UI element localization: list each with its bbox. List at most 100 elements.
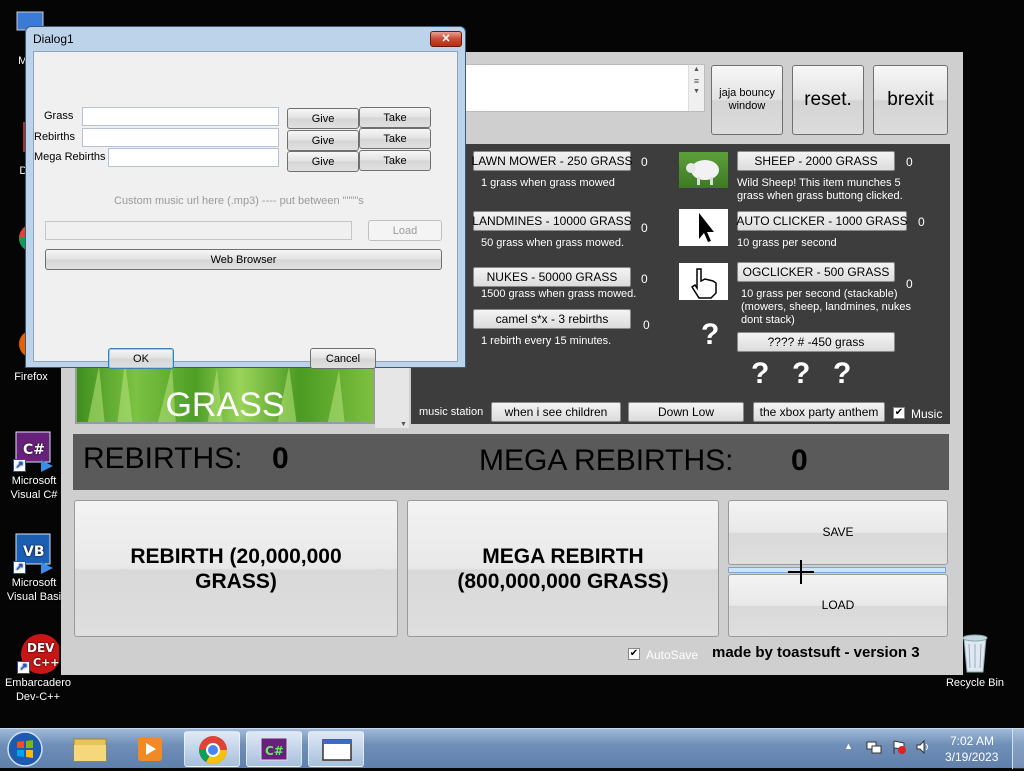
grass-take-button[interactable]: Take (359, 107, 431, 128)
music-station-label: music station (419, 406, 484, 418)
sheep-buy-button[interactable]: SHEEP - 2000 GRASS (737, 151, 895, 171)
taskbar-visual-csharp[interactable]: C# (246, 731, 302, 767)
desktop-icon-label: Firefox (14, 371, 48, 383)
log-textarea[interactable] (461, 64, 705, 112)
grass-field-label: Grass (44, 110, 74, 122)
media-player-icon (138, 737, 162, 761)
nukes-buy-button[interactable]: NUKES - 50000 GRASS (473, 267, 631, 287)
devcpp-icon: DEV C++ ↗ (17, 632, 61, 674)
reset-button[interactable]: reset. (792, 65, 864, 135)
clock-date[interactable]: 3/19/2023 (945, 750, 998, 764)
ogclicker-buy-button[interactable]: OGCLICKER - 500 GRASS (737, 262, 895, 282)
lawn-mower-buy-button[interactable]: LAWN MOWER - 250 GRASS (472, 151, 632, 171)
scroll-up-icon[interactable]: ▲ (689, 65, 704, 75)
rebirths-give-button[interactable]: Give (287, 130, 359, 151)
scroll-down-icon[interactable]: ▼ (689, 87, 704, 97)
crosshair-cursor-icon (788, 560, 814, 584)
sheep-desc: Wild Sheep! This item munches 5 grass wh… (737, 177, 903, 202)
save-load-divider (728, 567, 946, 573)
auto-clicker-count: 0 (918, 215, 925, 229)
show-desktop-button[interactable] (1012, 729, 1024, 769)
mega-rebirths-take-button[interactable]: Take (359, 150, 431, 171)
autosave-checkbox[interactable]: ✔ (628, 648, 640, 660)
taskbar-app-window[interactable] (308, 731, 364, 767)
vb-icon: VB ↗ (13, 532, 55, 574)
svg-text:DEV: DEV (27, 641, 55, 655)
scroll-grip-icon[interactable]: ≡ (689, 75, 704, 87)
close-icon: ✕ (441, 33, 451, 45)
grass-button[interactable]: GRASS (75, 364, 375, 424)
mystery-buy-button[interactable]: ???? # -450 grass (737, 332, 895, 352)
question-icon: ? (751, 357, 770, 390)
rebirths-take-button[interactable]: Take (359, 128, 431, 149)
lawn-mower-count: 0 (641, 155, 648, 169)
landmines-buy-button[interactable]: LANDMINES - 10000 GRASS (472, 211, 632, 231)
csharp-icon: C# ↗ (13, 430, 55, 472)
dialog-title: Dialog1 (33, 32, 74, 46)
explorer-icon (73, 738, 107, 762)
camel-buy-button[interactable]: camel s*x - 3 rebirths (473, 309, 631, 329)
show-hidden-icons-icon[interactable]: ▲ (844, 741, 853, 751)
rebirths-field[interactable] (82, 128, 279, 147)
auto-clicker-buy-button[interactable]: AUTO CLICKER - 1000 GRASS (736, 211, 908, 231)
rebirths-label: REBIRTHS: (83, 442, 243, 475)
shortcut-arrow-icon: ↗ (17, 661, 30, 674)
desktop-icon-label: Recycle Bin (945, 677, 1005, 689)
custom-music-url-field[interactable] (45, 221, 352, 240)
sheep-count: 0 (906, 155, 913, 169)
dialog-window: Dialog1 ✕ Grass Give Take Rebirths Give … (25, 26, 466, 369)
song-button-when-i-see-children[interactable]: when i see children (491, 402, 621, 422)
web-browser-button[interactable]: Web Browser (45, 249, 442, 270)
sheep-icon (679, 152, 728, 188)
scroll-down-icon[interactable]: ▼ (400, 421, 407, 428)
start-button[interactable] (5, 730, 45, 768)
mega-rebirths-field[interactable] (108, 148, 279, 167)
svg-text:C#: C# (23, 442, 45, 458)
rebirth-status-bar: REBIRTHS: 0 MEGA REBIRTHS: 0 (73, 434, 949, 490)
save-button[interactable]: SAVE (728, 500, 948, 565)
cancel-button[interactable]: Cancel (310, 348, 376, 369)
question-icon: ? (792, 357, 811, 390)
music-checkbox[interactable]: ✔ (893, 407, 905, 419)
ok-button[interactable]: OK (108, 348, 174, 369)
taskbar-explorer[interactable] (62, 731, 118, 767)
mega-rebirths-label: MEGA REBIRTHS: (479, 444, 734, 477)
landmines-desc: 50 grass when grass mowed. (481, 237, 625, 249)
brexit-button[interactable]: brexit (873, 65, 948, 135)
action-center-flag-icon[interactable] (891, 739, 907, 755)
svg-text:C++: C++ (33, 656, 59, 669)
rebirths-value: 0 (272, 442, 289, 475)
rebirth-button[interactable]: REBIRTH (20,000,000 GRASS) (74, 500, 398, 637)
music-load-button[interactable]: Load (368, 220, 442, 241)
log-scrollbar[interactable]: ▲ ≡ ▼ (688, 65, 704, 111)
windows-logo-icon (7, 731, 43, 767)
jaja-bouncy-window-button[interactable]: jaja bouncy window (711, 65, 783, 135)
clock-time[interactable]: 7:02 AM (950, 734, 994, 748)
song-button-down-low[interactable]: Down Low (628, 402, 744, 422)
dialog-close-button[interactable]: ✕ (430, 31, 462, 47)
network-icon[interactable] (866, 739, 882, 755)
grass-give-button[interactable]: Give (287, 108, 359, 129)
rebirths-field-label: Rebirths (34, 131, 75, 143)
taskbar-chrome[interactable] (184, 731, 240, 767)
taskbar: C# ▲ 7:02 AM 3/19/2023 (0, 728, 1024, 769)
hand-cursor-icon (679, 263, 728, 300)
shortcut-arrow-icon: ↗ (13, 561, 26, 574)
taskbar-media-player[interactable] (122, 731, 178, 767)
volume-icon[interactable] (915, 739, 931, 755)
lawn-mower-desc: 1 grass when grass mowed (481, 177, 615, 189)
mega-rebirths-value: 0 (791, 444, 808, 477)
grass-side-scrollbar[interactable]: ▼ (375, 364, 409, 428)
question-icon: ? (701, 318, 720, 351)
cursor-arrow-icon (679, 209, 728, 246)
mega-rebirths-give-button[interactable]: Give (287, 151, 359, 172)
custom-music-hint: Custom music url here (.mp3) ---- put be… (114, 195, 364, 207)
song-button-xbox-party-anthem[interactable]: the xbox party anthem (753, 402, 885, 422)
nukes-desc: 1500 grass when grass mowed. (481, 288, 637, 300)
grass-field[interactable] (82, 107, 279, 126)
camel-count: 0 (643, 318, 650, 332)
csharp-icon: C# (260, 737, 288, 761)
load-button[interactable]: LOAD (728, 574, 948, 637)
mega-rebirth-button[interactable]: MEGA REBIRTH (800,000,000 GRASS) (407, 500, 719, 637)
credit-label: made by toastsuft - version 3 (712, 644, 920, 661)
